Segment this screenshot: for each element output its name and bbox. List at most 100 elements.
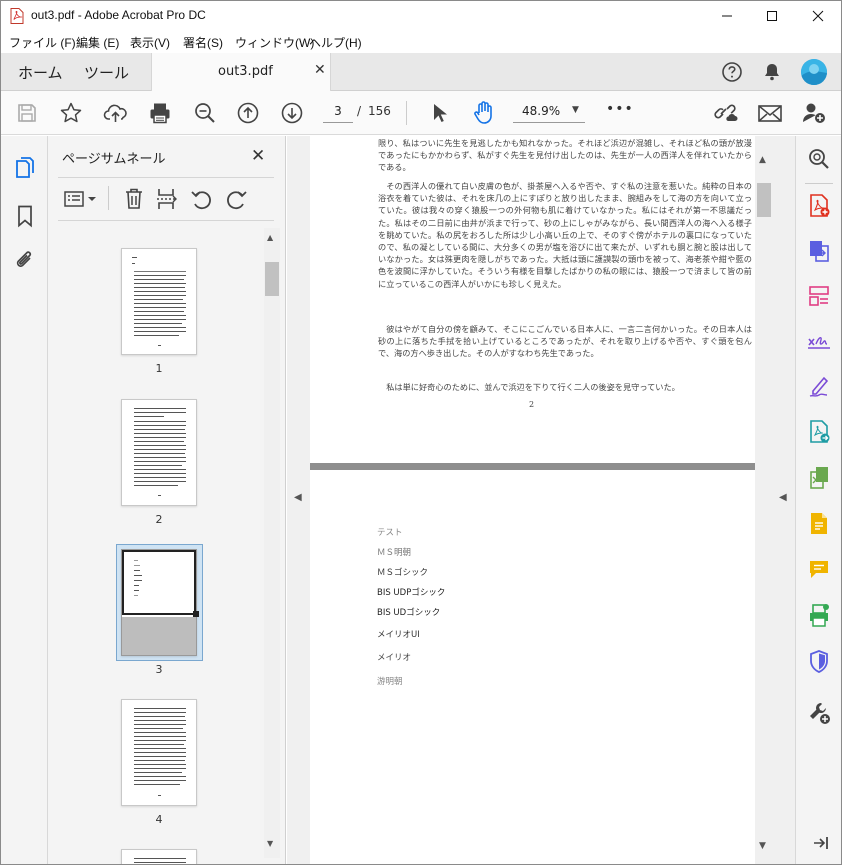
save-icon [18,104,36,122]
attachments-button[interactable] [13,248,37,274]
scan-ocr-button[interactable] [805,602,833,630]
notifications-button[interactable] [760,60,784,84]
close-window-button[interactable] [795,1,841,31]
menu-view[interactable]: 表示(V) [130,34,170,51]
profile-avatar[interactable] [801,59,827,85]
thumbnail-label-3: 3 [155,663,163,676]
edit-pdf-button[interactable] [805,464,833,492]
zoom-out-button[interactable] [191,99,219,127]
scrollbar-thumb[interactable] [265,262,279,296]
share-link-button[interactable] [712,99,740,127]
page2-paragraph-4: 私は単に好奇心のために、並んで浜辺を下りて行く二人の後姿を見守っていた。 [386,382,680,392]
scroll-down-icon[interactable]: ▼ [267,839,273,848]
left-navigation-rail [1,136,48,864]
page-separator: / [357,104,362,118]
fill-sign-button[interactable] [805,327,833,355]
doc-scroll-down-icon[interactable]: ▼ [759,841,766,851]
thumbnail-page-4[interactable] [121,699,197,806]
export-pdf-icon [810,420,830,443]
thumbnail-options-button[interactable] [62,186,100,212]
fill-sign-icon [808,337,830,349]
upload-cloud-button[interactable] [102,99,130,127]
collapse-right-icon [814,837,828,849]
collapse-left-panel-icon[interactable]: ◀ [294,492,302,503]
pdf-page-2: 限り、私はついに先生を見逃したかも知れなかった。それほど浜辺が混雑し、それほど私… [310,136,755,463]
doc-scrollbar-thumb[interactable] [757,183,771,217]
collapse-tools-button[interactable] [811,833,831,853]
select-tool-button[interactable] [425,99,453,127]
tab-bar: ホーム ツール out3.pdf ✕ [1,53,841,92]
print-button[interactable] [146,99,174,127]
panel-close-button[interactable]: ✕ [251,146,265,166]
request-signature-button[interactable] [805,372,833,400]
bookmark-star-button[interactable] [57,99,85,127]
collapse-right-panel-icon[interactable]: ◀ [779,492,787,503]
star-icon [60,102,82,123]
trash-icon [126,188,142,209]
right-tools-rail [795,136,841,864]
cloud-upload-icon [103,104,127,122]
hand-icon [474,101,492,124]
page-thumbnails-button[interactable] [12,155,38,181]
zoom-search-icon [809,149,829,169]
zoom-level-input[interactable]: 48.9% [513,101,585,123]
thumbnail-page-1[interactable] [121,248,197,355]
menu-sign[interactable]: 署名(S) [183,34,223,51]
help-button[interactable] [720,60,744,84]
previous-page-button[interactable] [234,99,262,127]
maximize-button[interactable] [749,1,795,31]
thumbnails-scrollbar[interactable]: ▲ ▼ [264,228,280,858]
export-pdf-button[interactable] [805,418,833,446]
document-scrollbar[interactable]: ▲ ▼ [755,136,773,864]
link-cloud-icon [714,104,738,121]
thumbnail-page-5[interactable] [121,849,197,864]
tab-document[interactable]: out3.pdf ✕ [151,53,331,92]
delete-page-button[interactable] [122,186,146,212]
page-gap-bar [310,463,755,470]
thumbnail-label-4: 4 [155,813,163,826]
panel-title: ページサムネール [62,152,166,167]
pdf-page-3: テスト ＭＳ明朝 ＭＳゴシック BIS UDPゴシック BIS UDゴシック メ… [310,470,755,864]
thumbnails-panel: ページサムネール ✕ 1 2 3 4 ▲ ▼ [48,136,286,864]
hand-tool-button[interactable] [470,99,498,127]
page-number-input[interactable]: 3 [323,101,353,123]
close-icon [812,10,824,22]
menu-edit[interactable]: 編集 (E) [76,34,119,51]
more-tools-button[interactable]: ••• [606,101,634,117]
menu-help[interactable]: ヘルプ(H) [309,34,362,51]
thumbnail-page-2[interactable] [121,399,197,506]
rotate-right-button[interactable] [223,186,249,212]
rotate-left-button[interactable] [189,186,215,212]
cursor-arrow-icon [434,104,447,122]
organize-pages-button[interactable] [805,282,833,310]
page2-paragraph-1: 限り、私はついに先生を見逃したかも知れなかった。それほど浜辺が混雑し、それほど私… [378,138,752,173]
main-toolbar: / 156 ▼ ••• [1,91,841,135]
bell-icon [765,64,779,81]
menu-window[interactable]: ウィンドウ(W) [235,34,314,51]
add-user-button[interactable] [800,99,828,127]
combine-files-button[interactable] [805,237,833,265]
menu-file[interactable]: ファイル (F) [9,34,76,51]
add-user-icon [803,103,825,123]
email-button[interactable] [756,99,784,127]
bookmarks-button[interactable] [14,204,36,228]
scroll-up-icon[interactable]: ▲ [267,233,273,242]
bookmark-icon [18,205,32,228]
tab-close-button[interactable]: ✕ [314,62,326,78]
comment-file-button[interactable] [805,510,833,538]
save-button[interactable] [13,99,41,127]
edit-pdf-icon [810,467,828,489]
doc-scroll-up-icon[interactable]: ▲ [759,155,766,165]
tab-tools[interactable]: ツール [84,62,129,83]
protect-button[interactable] [805,648,833,676]
create-pdf-button[interactable] [805,192,833,220]
search-tool-button[interactable] [805,145,833,173]
insert-page-button[interactable] [154,186,180,212]
thumbnail-page-3[interactable] [121,549,199,656]
more-tools-rail-button[interactable] [805,699,833,727]
thumbnail-shade [122,617,196,655]
next-page-button[interactable] [278,99,306,127]
comment-button[interactable] [805,555,833,583]
minimize-button[interactable] [704,1,750,31]
tab-home[interactable]: ホーム [18,62,63,83]
